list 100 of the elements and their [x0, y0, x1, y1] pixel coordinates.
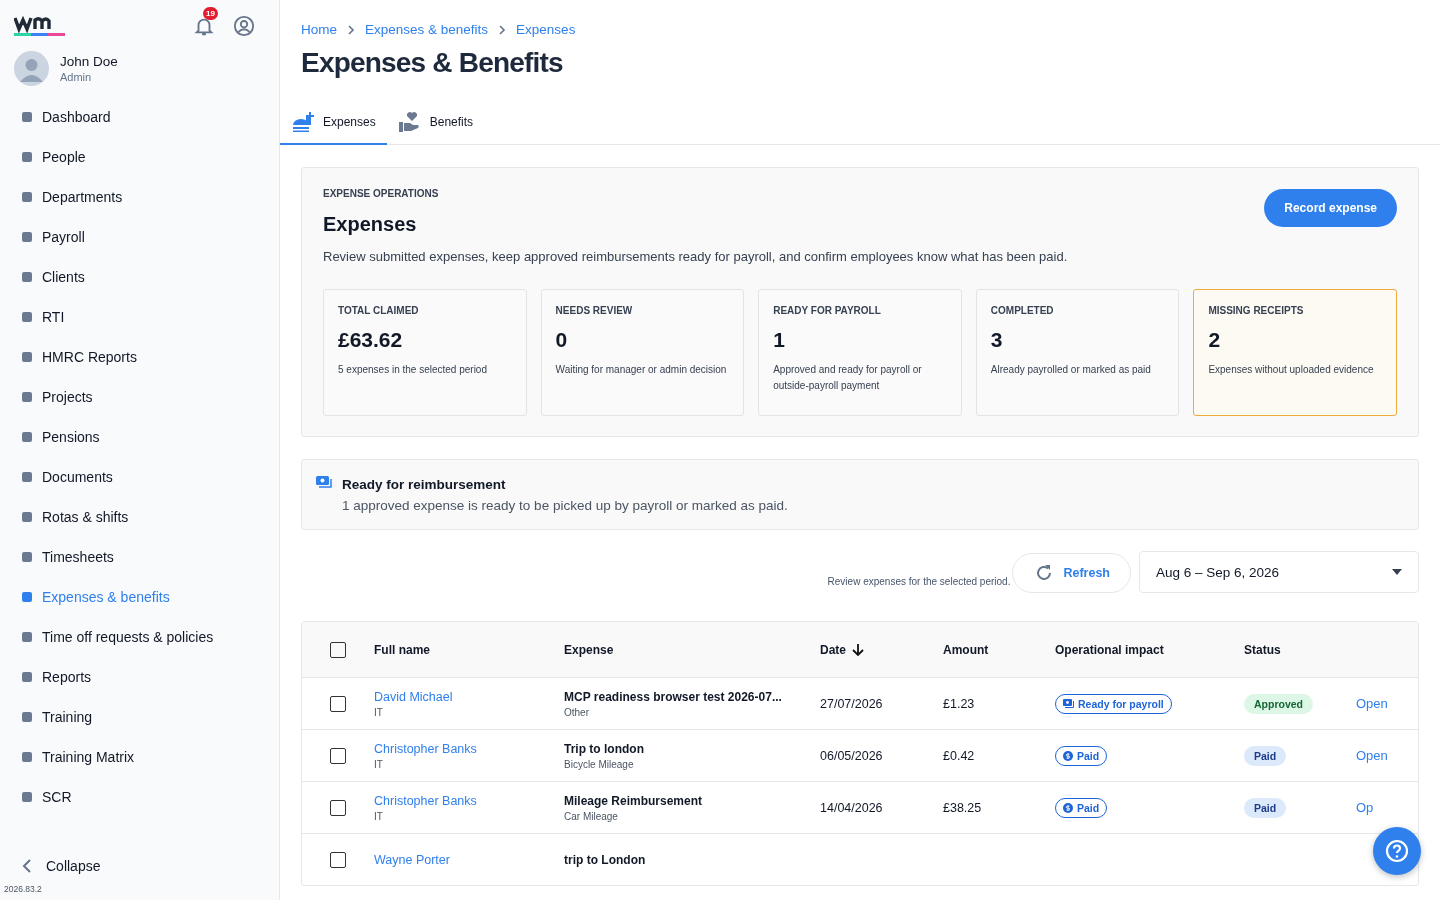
- date-cell: 06/05/2026: [820, 748, 883, 763]
- column-header[interactable]: Amount: [943, 642, 989, 657]
- sidebar-item[interactable]: HMRC Reports: [0, 337, 279, 377]
- avatar: [14, 51, 49, 86]
- department-text: IT: [374, 758, 383, 770]
- row-checkbox[interactable]: [330, 851, 346, 868]
- stat-note: Waiting for manager or admin decision: [555, 363, 728, 377]
- stat-label: NEEDS REVIEW: [555, 305, 634, 316]
- stat-note: 5 expenses in the selected period: [338, 363, 488, 377]
- department-text: IT: [374, 706, 383, 718]
- employee-link[interactable]: Wayne Porter: [374, 852, 450, 867]
- sidebar-item[interactable]: Time off requests & policies: [0, 617, 279, 657]
- date-cell: 27/07/2026: [820, 696, 883, 711]
- expense-category: Bicycle Mileage: [564, 758, 634, 770]
- amount-cell: £38.25: [943, 800, 982, 815]
- sidebar-item[interactable]: Expenses & benefits: [0, 577, 279, 617]
- tab[interactable]: Benefits: [386, 99, 485, 145]
- user-role: Admin: [60, 71, 93, 83]
- expense-title: Trip to london: [564, 741, 644, 756]
- expense-category: Car Mileage: [564, 810, 618, 822]
- sidebar-item[interactable]: Training Matrix: [0, 737, 279, 777]
- open-link[interactable]: Open: [1356, 696, 1388, 711]
- column-header[interactable]: Full name: [374, 642, 430, 657]
- stat-label: READY FOR PAYROLL: [773, 305, 882, 316]
- status-badge: Paid: [1244, 745, 1287, 766]
- sidebar-item[interactable]: People: [0, 137, 279, 177]
- section-eyebrow: EXPENSE OPERATIONS: [323, 188, 440, 199]
- stat-note: Already payrolled or marked as paid: [990, 363, 1152, 377]
- notification-count: 19: [203, 7, 218, 20]
- stat-value: 3: [990, 328, 1004, 352]
- sidebar-item[interactable]: Pensions: [0, 417, 279, 457]
- refresh-button[interactable]: Refresh: [1012, 553, 1131, 593]
- page-title: Expenses & Benefits: [301, 47, 564, 79]
- sidebar-item[interactable]: Projects: [0, 377, 279, 417]
- sidebar-item[interactable]: Documents: [0, 457, 279, 497]
- sidebar-item[interactable]: Dashboard: [0, 97, 279, 137]
- collapse-button[interactable]: Collapse: [0, 854, 279, 878]
- section-description: Review submitted expenses, keep approved reimbursements ready for payroll, and confirm employees know what has been paid.: [323, 248, 1069, 266]
- sidebar-item[interactable]: Payroll: [0, 217, 279, 257]
- tab[interactable]: Expenses: [280, 99, 387, 145]
- sidebar-item[interactable]: RTI: [0, 297, 279, 337]
- expense-title: MCP readiness browser test 2026-07...: [564, 689, 782, 704]
- sidebar-item[interactable]: Clients: [0, 257, 279, 297]
- status-badge: Approved: [1244, 693, 1313, 714]
- sidebar-item[interactable]: Timesheets: [0, 537, 279, 577]
- period-hint: Review expenses for the selected period.: [827, 576, 1011, 587]
- user-name: John Doe: [60, 54, 118, 69]
- account-icon[interactable]: [233, 15, 255, 37]
- row-checkbox[interactable]: [330, 695, 346, 712]
- version-text: 2026.83.2: [3, 883, 43, 896]
- hand-heart-icon: [397, 111, 422, 133]
- sidebar-item[interactable]: SCR: [0, 777, 279, 817]
- expense-title: Mileage Reimbursement: [564, 793, 703, 808]
- stat-label: MISSING RECEIPTS: [1208, 305, 1305, 316]
- amount-cell: £0.42: [943, 748, 975, 763]
- record-expense-button[interactable]: Record expense: [1264, 189, 1397, 227]
- sidebar-item[interactable]: Training: [0, 697, 279, 737]
- notice-title: Ready for reimbursement: [342, 477, 507, 492]
- logo-icon: [14, 15, 66, 37]
- date-range-dropdown[interactable]: Aug 6 – Sep 6, 2026: [1139, 551, 1419, 593]
- stat-value: 2: [1208, 328, 1222, 352]
- date-cell: 14/04/2026: [820, 800, 883, 815]
- chevron-left-icon: [22, 859, 32, 873]
- column-header[interactable]: Status: [1244, 642, 1281, 657]
- section-title: Expenses: [323, 213, 418, 236]
- stat-note: Expenses without uploaded evidence: [1208, 363, 1375, 377]
- department-text: IT: [374, 810, 383, 822]
- sidebar-item[interactable]: Reports: [0, 657, 279, 697]
- help-icon: [1385, 839, 1409, 863]
- breadcrumb-link[interactable]: Expenses & benefits: [365, 22, 489, 37]
- expense-title: trip to London: [564, 852, 646, 867]
- sidebar-item[interactable]: Departments: [0, 177, 279, 217]
- notice-text: 1 approved expense is ready to be picked up by payroll or marked as paid.: [342, 498, 788, 513]
- stat-value: £63.62: [338, 328, 404, 352]
- breadcrumb-link[interactable]: Home: [301, 22, 337, 37]
- refresh-icon: [1035, 564, 1054, 582]
- employee-link[interactable]: David Michael: [374, 689, 453, 704]
- breadcrumb-link[interactable]: Expenses: [516, 22, 576, 37]
- chevron-right-icon: [347, 24, 355, 35]
- help-button[interactable]: [1373, 827, 1421, 875]
- expense-category: Other: [564, 706, 589, 718]
- stat-label: TOTAL CLAIMED: [338, 305, 420, 316]
- row-checkbox[interactable]: [330, 747, 346, 764]
- open-link[interactable]: Open: [1356, 748, 1388, 763]
- employee-link[interactable]: Christopher Banks: [374, 793, 477, 808]
- sidebar-item[interactable]: Rotas & shifts: [0, 497, 279, 537]
- column-header[interactable]: Date: [820, 642, 846, 657]
- chevron-right-icon: [498, 24, 507, 35]
- employee-link[interactable]: Christopher Banks: [374, 741, 477, 756]
- stat-value: 0: [555, 328, 569, 352]
- row-checkbox[interactable]: [330, 799, 346, 816]
- status-badge: Paid: [1244, 797, 1287, 818]
- cash-icon: [316, 476, 332, 488]
- amount-cell: £1.23: [943, 696, 975, 711]
- select-all-checkbox[interactable]: [330, 641, 346, 658]
- column-header[interactable]: Operational impact: [1055, 642, 1164, 657]
- column-header[interactable]: Expense: [564, 642, 614, 657]
- caret-icon: [1392, 569, 1402, 575]
- open-link[interactable]: Op: [1356, 800, 1374, 815]
- stat-value: 1: [773, 328, 786, 352]
